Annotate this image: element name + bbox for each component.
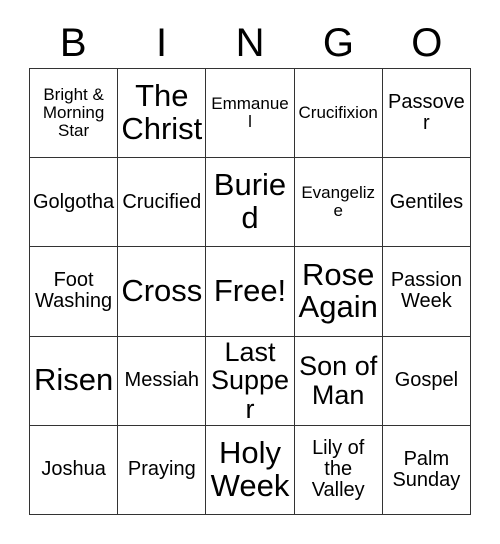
bingo-cell[interactable]: Foot Washing xyxy=(30,247,119,337)
bingo-cell-label: Gospel xyxy=(394,369,459,392)
bingo-cell-label: Gentiles xyxy=(389,190,464,213)
bingo-cell[interactable]: Messiah xyxy=(118,336,207,426)
bingo-card: B I N G O Bright & Morning Star The Chris… xyxy=(29,18,471,515)
bingo-cell[interactable]: Holy Week xyxy=(206,425,295,515)
bingo-cell-label: Cross xyxy=(121,273,203,309)
bingo-cell-label: Golgotha xyxy=(33,190,115,213)
bingo-header-letter-b: B xyxy=(59,21,87,65)
bingo-cell[interactable]: Crucifixion xyxy=(294,69,383,159)
bingo-cell[interactable]: Lily of the Valley xyxy=(294,425,383,515)
bingo-header-letter-o: O xyxy=(411,21,443,65)
bingo-cell-label: Passover xyxy=(388,90,465,135)
bingo-cell[interactable]: Crucified xyxy=(118,158,207,248)
bingo-cell[interactable]: The Christ xyxy=(118,69,207,159)
bingo-cell[interactable]: Praying xyxy=(118,425,207,515)
bingo-cell-label: Crucifixion xyxy=(298,103,378,123)
bingo-cell-label: Messiah xyxy=(124,369,200,392)
bingo-cell[interactable]: Emmanuel xyxy=(206,69,295,159)
bingo-cell-label: Foot Washing xyxy=(35,269,113,313)
bingo-cell[interactable]: Buried xyxy=(206,158,295,248)
bingo-cell-label: Son of Man xyxy=(299,351,378,410)
bingo-header-row: B I N G O xyxy=(29,18,471,68)
bingo-cell-label: Praying xyxy=(127,458,196,481)
bingo-cell-label: Bright & Morning Star xyxy=(42,85,105,141)
bingo-cell-label: Free! xyxy=(213,273,287,309)
bingo-cell[interactable]: Gospel xyxy=(382,336,471,426)
bingo-cell[interactable]: Passover xyxy=(382,69,471,159)
bingo-cell-label: Palm Sunday xyxy=(392,447,461,491)
bingo-cell-label: Passion Week xyxy=(390,269,462,313)
bingo-cell[interactable]: Rose Again xyxy=(294,247,383,337)
bingo-cell[interactable]: Bright & Morning Star xyxy=(30,69,119,159)
bingo-cell-label: The Christ xyxy=(121,78,203,147)
bingo-cell-label: Emmanuel xyxy=(211,94,289,132)
bingo-cell[interactable]: Risen xyxy=(30,336,119,426)
bingo-cell[interactable]: Gentiles xyxy=(382,158,471,248)
bingo-cell-label: Buried xyxy=(213,167,287,236)
bingo-header-letter-i: I xyxy=(156,21,168,65)
bingo-cell[interactable]: Palm Sunday xyxy=(382,425,471,515)
bingo-cell-label: Last Supper xyxy=(210,336,290,424)
bingo-cell-label: Rose Again xyxy=(298,256,378,325)
bingo-cell[interactable]: Joshua xyxy=(30,425,119,515)
bingo-cell[interactable]: Son of Man xyxy=(294,336,383,426)
bingo-header-letter-n: N xyxy=(235,21,265,65)
bingo-cell[interactable]: Free! xyxy=(206,247,295,337)
bingo-cell[interactable]: Golgotha xyxy=(30,158,119,248)
bingo-cell-label: Holy Week xyxy=(210,435,290,503)
bingo-cell-label: Crucified xyxy=(122,190,202,213)
bingo-cell-label: Evangelize xyxy=(301,183,376,221)
bingo-cell-label: Joshua xyxy=(41,458,106,481)
bingo-grid: Bright & Morning Star The Christ Emmanuel C… xyxy=(29,68,471,515)
bingo-cell-label: Risen xyxy=(33,362,114,398)
bingo-cell[interactable]: Last Supper xyxy=(206,336,295,426)
bingo-cell-label: Lily of the Valley xyxy=(311,437,365,502)
bingo-cell[interactable]: Passion Week xyxy=(382,247,471,337)
bingo-cell[interactable]: Evangelize xyxy=(294,158,383,248)
bingo-header-letter-g: G xyxy=(322,21,354,65)
bingo-cell[interactable]: Cross xyxy=(118,247,207,337)
